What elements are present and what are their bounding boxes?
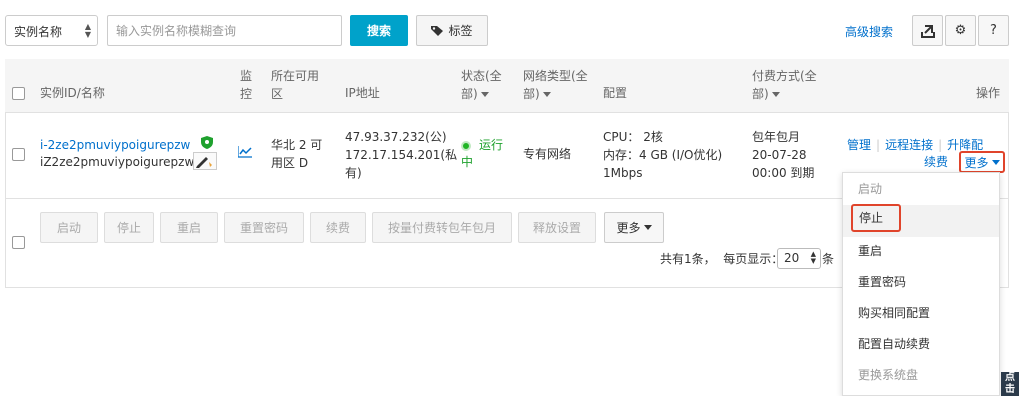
header-billing-filter[interactable]: 付费方式(全 部) <box>752 67 817 103</box>
bulk-more-button[interactable]: 更多 <box>604 212 664 243</box>
tag-button[interactable]: 标签 <box>416 15 488 46</box>
instance-ip: 47.93.37.232(公) 172.17.154.201(私 有) <box>345 130 458 180</box>
bulk-restart-button[interactable]: 重启 <box>160 212 218 243</box>
more-label: 更多 <box>964 155 989 170</box>
bulk-start-button[interactable]: 启动 <box>40 212 98 243</box>
select-arrows-icon: ▲ ▼ <box>84 22 91 39</box>
header-network-filter[interactable]: 网络类型(全 部) <box>523 67 588 103</box>
instance-config: CPU： 2核 内存：4 GB (I/O优化) 1Mbps <box>603 130 723 180</box>
export-button[interactable] <box>912 15 943 46</box>
bulk-more-label: 更多 <box>616 221 641 235</box>
bulk-renew-button[interactable]: 续费 <box>310 212 366 243</box>
menu-item-reset-password[interactable]: 重置密码 <box>843 267 999 298</box>
separator: | <box>938 138 943 152</box>
bulk-release-button[interactable]: 释放设置 <box>518 212 596 243</box>
monitor-chart-icon[interactable] <box>237 146 252 161</box>
tag-button-label: 标签 <box>448 24 473 38</box>
advanced-search-link[interactable]: 高级搜索 <box>845 23 893 40</box>
search-button[interactable]: 搜索 <box>350 15 408 46</box>
bulk-reset-password-button[interactable]: 重置密码 <box>224 212 304 243</box>
tag-icon <box>431 25 444 36</box>
bulk-select-checkbox[interactable] <box>12 236 25 249</box>
instance-billing: 包年包月 20-07-28 00:00 到期 <box>752 130 815 180</box>
menu-item-restart[interactable]: 重启 <box>843 236 999 267</box>
more-actions-menu: 启动 停止 重启 重置密码 购买相同配置 配置自动续费 更换系统盘 <box>842 172 1000 396</box>
pencil-icon <box>196 157 212 168</box>
side-feedback-tab[interactable]: 点击 <box>1001 372 1019 396</box>
pager-info: 共有1条， 每页显示： <box>660 252 784 266</box>
settings-button[interactable]: ⚙ <box>945 15 976 46</box>
chevron-down-icon <box>480 92 489 97</box>
bulk-convert-button[interactable]: 按量付费转包年包月 <box>372 212 512 243</box>
header-actions: 操作 <box>976 86 1001 100</box>
remote-connect-link[interactable]: 远程连接 <box>885 138 933 152</box>
chevron-down-icon <box>991 159 1000 165</box>
select-all-checkbox[interactable] <box>12 87 25 100</box>
instance-zone: 华北 2 可用区 D <box>271 138 323 170</box>
chevron-down-icon <box>643 225 652 230</box>
header-status-filter[interactable]: 状态(全 部) <box>461 67 502 103</box>
instance-network: 专有网络 <box>523 147 572 161</box>
chevron-down-icon <box>771 92 780 97</box>
table-header <box>5 59 1009 113</box>
menu-item-stop[interactable]: 停止 <box>851 204 901 232</box>
upgrade-link[interactable]: 升降配 <box>947 138 983 152</box>
instance-id-link[interactable]: i-2ze2pmuviypoigurepzw <box>40 136 190 154</box>
instance-status: 运行 <box>479 138 504 152</box>
row-checkbox[interactable] <box>12 148 25 161</box>
page-size-unit: 条 <box>822 252 835 266</box>
select-value: 实例名称 <box>14 25 63 39</box>
spinner-arrows-icon: ▲ ▼ <box>810 250 816 265</box>
edit-name-button[interactable] <box>193 152 217 170</box>
menu-item-buy-same-config[interactable]: 购买相同配置 <box>843 298 999 329</box>
header-id-name: 实例ID/名称 <box>40 86 105 100</box>
menu-item-start[interactable]: 启动 <box>843 174 999 205</box>
gear-icon: ⚙ <box>954 23 967 38</box>
help-button[interactable]: ? <box>978 15 1009 46</box>
help-icon: ? <box>990 23 997 38</box>
separator: | <box>876 138 881 152</box>
search-field-select[interactable]: 实例名称 ▲ ▼ <box>5 15 98 46</box>
export-icon <box>920 24 935 38</box>
menu-item-auto-renew[interactable]: 配置自动续费 <box>843 329 999 360</box>
instance-name: iZ2ze2pmuviypoigurepzw... <box>40 155 205 169</box>
header-config: 配置 <box>603 86 628 100</box>
page-size-select[interactable]: 20 ▲ ▼ <box>777 248 821 269</box>
menu-item-replace-system-disk[interactable]: 更换系统盘 <box>843 360 999 391</box>
bulk-stop-button[interactable]: 停止 <box>104 212 154 243</box>
page-size-value: 20 <box>784 251 800 265</box>
manage-link[interactable]: 管理 <box>847 138 871 152</box>
header-zone: 所在可用区 <box>271 69 320 101</box>
status-running-icon <box>461 138 471 152</box>
instance-status-cont: 中 <box>461 155 474 169</box>
search-input[interactable] <box>107 15 342 46</box>
chevron-down-icon <box>542 92 551 97</box>
header-ip: IP地址 <box>345 86 380 100</box>
header-monitor: 监控 <box>240 69 253 101</box>
shield-icon <box>201 136 213 152</box>
more-actions-link[interactable]: 更多 <box>959 151 1005 173</box>
renew-link[interactable]: 续费 <box>924 153 948 171</box>
